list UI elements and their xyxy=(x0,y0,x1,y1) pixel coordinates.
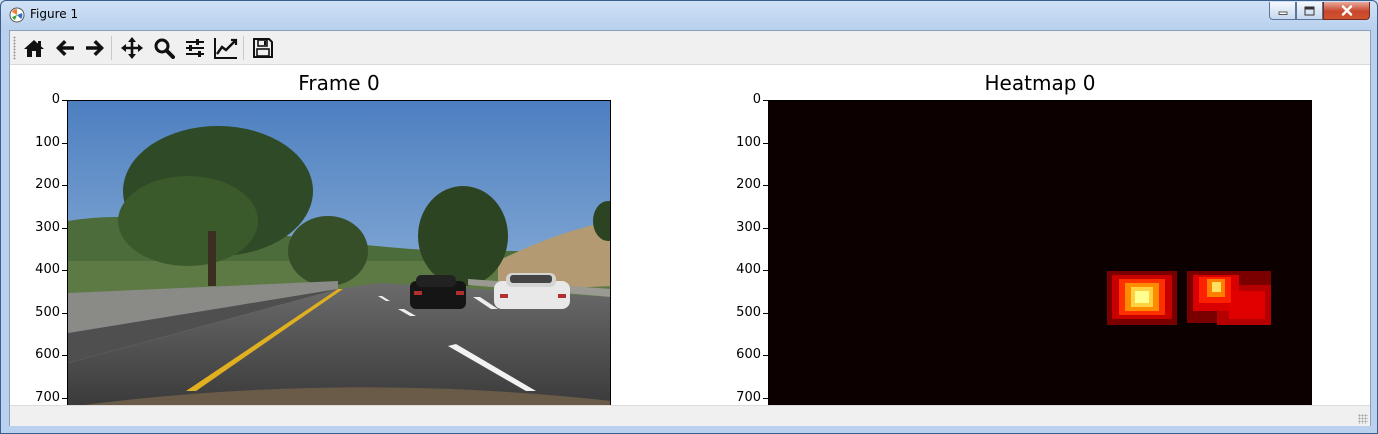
toolbar-grip[interactable] xyxy=(13,36,16,60)
close-icon xyxy=(1341,5,1352,16)
subplots-config-button[interactable] xyxy=(182,35,208,61)
arrow-left-icon xyxy=(56,40,74,56)
y-tick-label: 100 xyxy=(35,134,60,150)
y-tick-label: 500 xyxy=(736,304,761,320)
arrow-right-icon xyxy=(86,40,104,56)
home-button[interactable] xyxy=(21,35,47,61)
axes-heatmap-image[interactable] xyxy=(768,100,1312,405)
figure-client-area: Frame 0 0 100 200 300 400 500 600 700 He… xyxy=(9,30,1371,426)
pan-button[interactable] xyxy=(119,35,145,61)
maximize-icon xyxy=(1304,6,1315,15)
save-button[interactable] xyxy=(250,35,276,61)
subplot-title-heatmap: Heatmap 0 xyxy=(984,71,1096,95)
window-title: Figure 1 xyxy=(30,7,79,21)
customize-button[interactable] xyxy=(213,35,239,61)
y-tick-label: 100 xyxy=(736,134,761,150)
toolbar-separator xyxy=(243,36,244,60)
y-tick-label: 0 xyxy=(752,92,761,107)
zoom-button[interactable] xyxy=(151,35,177,61)
toolbar-separator xyxy=(111,36,112,60)
y-tick-label: 700 xyxy=(35,389,60,405)
y-tick-label: 600 xyxy=(35,347,60,362)
subplot-title-frame: Frame 0 xyxy=(298,71,380,95)
y-tick-label: 0 xyxy=(51,92,60,107)
floppy-disk-icon xyxy=(253,38,273,58)
title-bar[interactable]: Figure 1 xyxy=(1,1,1377,29)
matplotlib-app-icon xyxy=(9,7,25,23)
back-button[interactable] xyxy=(52,35,78,61)
y-tick-label: 500 xyxy=(35,304,60,320)
magnifier-icon xyxy=(154,38,175,59)
y-tick-label: 400 xyxy=(35,262,60,277)
move-icon xyxy=(121,37,143,59)
resize-grip[interactable] xyxy=(1358,414,1368,424)
y-tick-label: 700 xyxy=(736,389,761,405)
y-tick-label: 600 xyxy=(736,347,761,362)
y-tick-label: 400 xyxy=(736,262,761,277)
navigation-toolbar xyxy=(10,31,1370,65)
status-bar xyxy=(10,405,1370,426)
road-camera-frame-image xyxy=(68,101,610,405)
line-chart-icon xyxy=(214,38,238,59)
y-tick-label: 300 xyxy=(35,219,60,235)
minimize-icon xyxy=(1278,11,1287,15)
y-tick-label: 300 xyxy=(736,219,761,235)
maximize-button[interactable] xyxy=(1296,2,1323,20)
home-icon xyxy=(24,40,44,57)
y-tick-label: 200 xyxy=(35,177,60,192)
axes-frame-image[interactable] xyxy=(67,100,611,405)
y-tick-label: 200 xyxy=(736,177,761,192)
forward-button[interactable] xyxy=(82,35,108,61)
minimize-button[interactable] xyxy=(1269,2,1296,20)
heatmap-image xyxy=(1107,271,1271,325)
sliders-icon xyxy=(186,39,204,57)
figure-window: Figure 1 Frame 0 0 100 200 300 400 500 6… xyxy=(0,0,1378,434)
close-button[interactable] xyxy=(1323,2,1370,20)
figure-canvas[interactable]: Frame 0 0 100 200 300 400 500 600 700 He… xyxy=(10,65,1370,405)
